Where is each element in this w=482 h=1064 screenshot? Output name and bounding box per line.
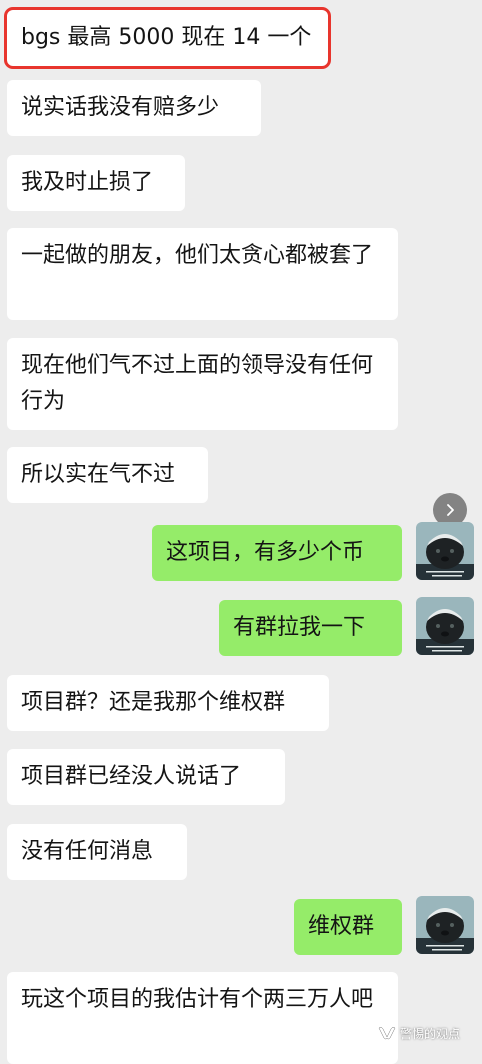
message-text: 这项目，有多少个币 (166, 540, 365, 565)
honey-badger-avatar-icon (416, 896, 474, 954)
message-bubble-incoming[interactable]: 所以实在气不过 (7, 447, 208, 503)
message-text: 所以实在气不过 (21, 462, 176, 487)
message-text: 有群拉我一下 (233, 615, 366, 640)
message-bubble-incoming-highlighted[interactable]: bgs 最高 5000 现在 14 一个 (4, 7, 331, 69)
message-text: 玩这个项目的我估计有个两三万人吧 (21, 987, 374, 1012)
message-bubble-outgoing[interactable]: 有群拉我一下 (219, 600, 402, 656)
avatar[interactable] (416, 597, 474, 655)
message-bubble-incoming[interactable]: 项目群已经没人说话了 (7, 749, 285, 805)
message-bubble-outgoing[interactable]: 这项目，有多少个币 (152, 525, 402, 581)
watermark-text: 警惕的观点 (400, 1026, 461, 1041)
message-bubble-incoming[interactable]: 我及时止损了 (7, 155, 185, 211)
honey-badger-avatar-icon (416, 597, 474, 655)
message-text: 维权群 (308, 914, 375, 939)
message-bubble-incoming[interactable]: 一起做的朋友，他们太贪心都被套了 (7, 228, 398, 320)
message-bubble-incoming[interactable]: 说实话我没有赔多少 (7, 80, 261, 136)
message-text: 项目群已经没人说话了 (21, 764, 242, 789)
wechat-channel-icon (378, 1027, 396, 1040)
message-text: 我及时止损了 (21, 170, 154, 195)
message-bubble-incoming[interactable]: 现在他们气不过上面的领导没有任何行为 (7, 338, 398, 430)
chat-area: bgs 最高 5000 现在 14 一个 说实话我没有赔多少 我及时止损了 一起… (0, 0, 482, 1064)
message-bubble-incoming[interactable]: 玩这个项目的我估计有个两三万人吧 (7, 972, 398, 1064)
avatar[interactable] (416, 896, 474, 954)
chevron-right-icon (447, 504, 454, 516)
message-bubble-incoming[interactable]: 项目群？还是我那个维权群 (7, 675, 329, 731)
message-bubble-outgoing[interactable]: 维权群 (294, 899, 402, 955)
message-text: 说实话我没有赔多少 (21, 95, 220, 120)
message-text: 没有任何消息 (21, 839, 154, 864)
honey-badger-avatar-icon (416, 522, 474, 580)
message-text: 一起做的朋友，他们太贪心都被套了 (21, 243, 374, 268)
message-text: 现在他们气不过上面的领导没有任何行为 (21, 353, 374, 414)
watermark: 警惕的观点 (378, 1022, 460, 1044)
avatar[interactable] (416, 522, 474, 580)
message-text: bgs 最高 5000 现在 14 一个 (21, 25, 312, 50)
message-text: 项目群？还是我那个维权群 (21, 690, 286, 715)
message-bubble-incoming[interactable]: 没有任何消息 (7, 824, 187, 880)
